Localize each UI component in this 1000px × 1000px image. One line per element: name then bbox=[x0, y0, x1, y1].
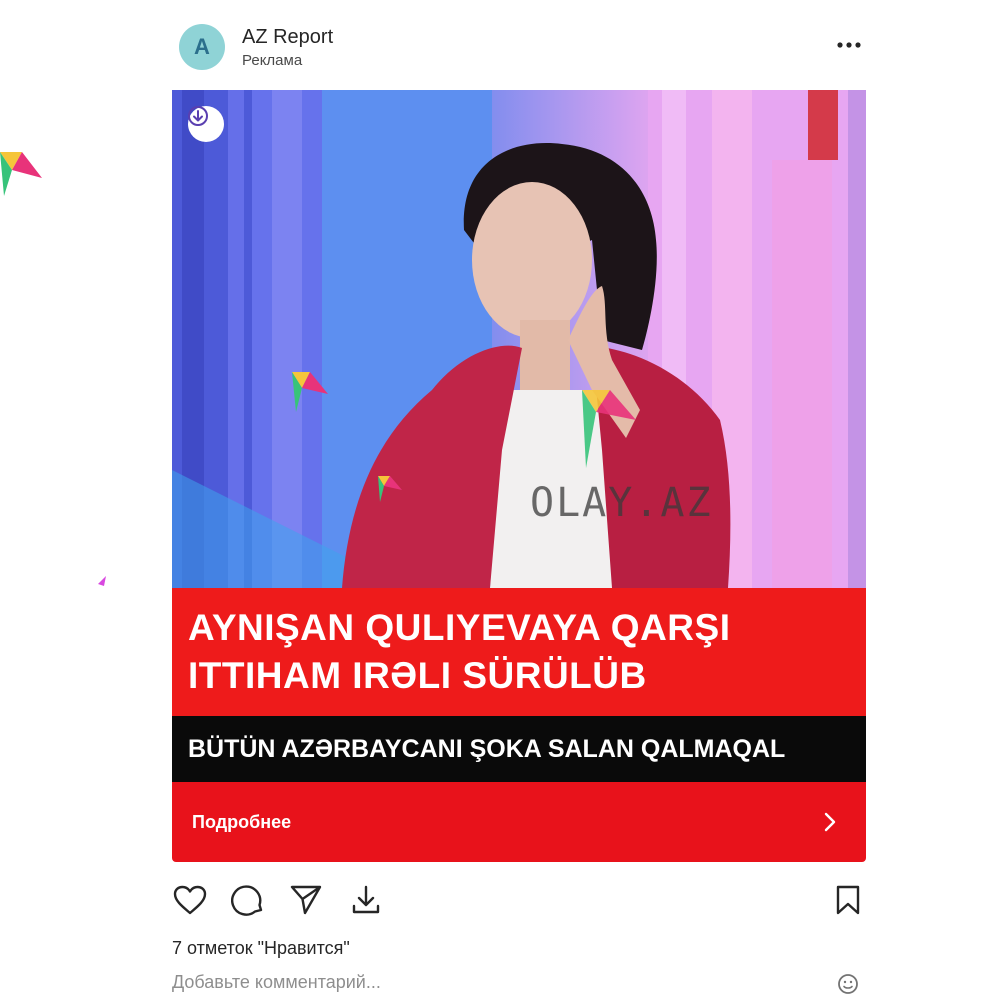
post-actions bbox=[172, 882, 866, 922]
subheadline-banner: BÜTÜN AZƏRBAYCANI ŞOKA SALAN QALMAQAL bbox=[172, 716, 866, 782]
logo-fragment-left bbox=[0, 152, 42, 196]
logo-fragment-small bbox=[98, 576, 106, 586]
emoji-icon[interactable] bbox=[836, 972, 860, 996]
bookmark-button[interactable] bbox=[830, 882, 866, 918]
bookmark-icon bbox=[836, 885, 860, 915]
heart-icon bbox=[173, 885, 207, 915]
share-button[interactable] bbox=[288, 882, 324, 918]
post-header: A AZ Report Реклама bbox=[172, 18, 866, 76]
media-download-button[interactable] bbox=[188, 106, 224, 142]
comment-input[interactable] bbox=[172, 972, 812, 993]
save-to-device-button[interactable] bbox=[348, 882, 384, 918]
chevron-right-icon bbox=[824, 812, 836, 832]
headline-banner: AYNIŞAN QULIYEVAYA QARŞI ITTIHAM IRƏLI S… bbox=[172, 588, 866, 716]
comment-icon bbox=[231, 885, 263, 916]
more-options-button[interactable] bbox=[834, 30, 864, 60]
download-icon bbox=[352, 885, 380, 914]
arrow-down-icon bbox=[188, 106, 208, 126]
learn-more-label: Подробнее bbox=[192, 812, 292, 832]
post-media[interactable]: OLAY.AZ bbox=[172, 90, 866, 588]
headline-line-1: AYNIŞAN QULIYEVAYA QARŞI bbox=[188, 607, 731, 648]
sponsored-label: Реклама bbox=[242, 52, 303, 69]
headline-line-2: ITTIHAM IRƏLI SÜRÜLÜB bbox=[188, 655, 647, 696]
instagram-ad-post: A AZ Report Реклама OLAY.AZ AYNIŞAN QULI… bbox=[172, 0, 866, 1000]
likes-count[interactable]: 7 отметок "Нравится" bbox=[172, 938, 350, 959]
media-photo bbox=[172, 90, 866, 588]
share-icon bbox=[290, 885, 322, 915]
account-name[interactable]: AZ Report bbox=[242, 26, 333, 49]
like-button[interactable] bbox=[172, 882, 208, 918]
comment-row bbox=[172, 972, 866, 1000]
media-watermark: OLAY.AZ bbox=[530, 480, 713, 526]
learn-more-button[interactable]: Подробнее bbox=[172, 782, 866, 862]
more-dots-icon bbox=[837, 42, 861, 48]
avatar[interactable]: A bbox=[179, 24, 225, 70]
comment-button[interactable] bbox=[230, 882, 266, 918]
